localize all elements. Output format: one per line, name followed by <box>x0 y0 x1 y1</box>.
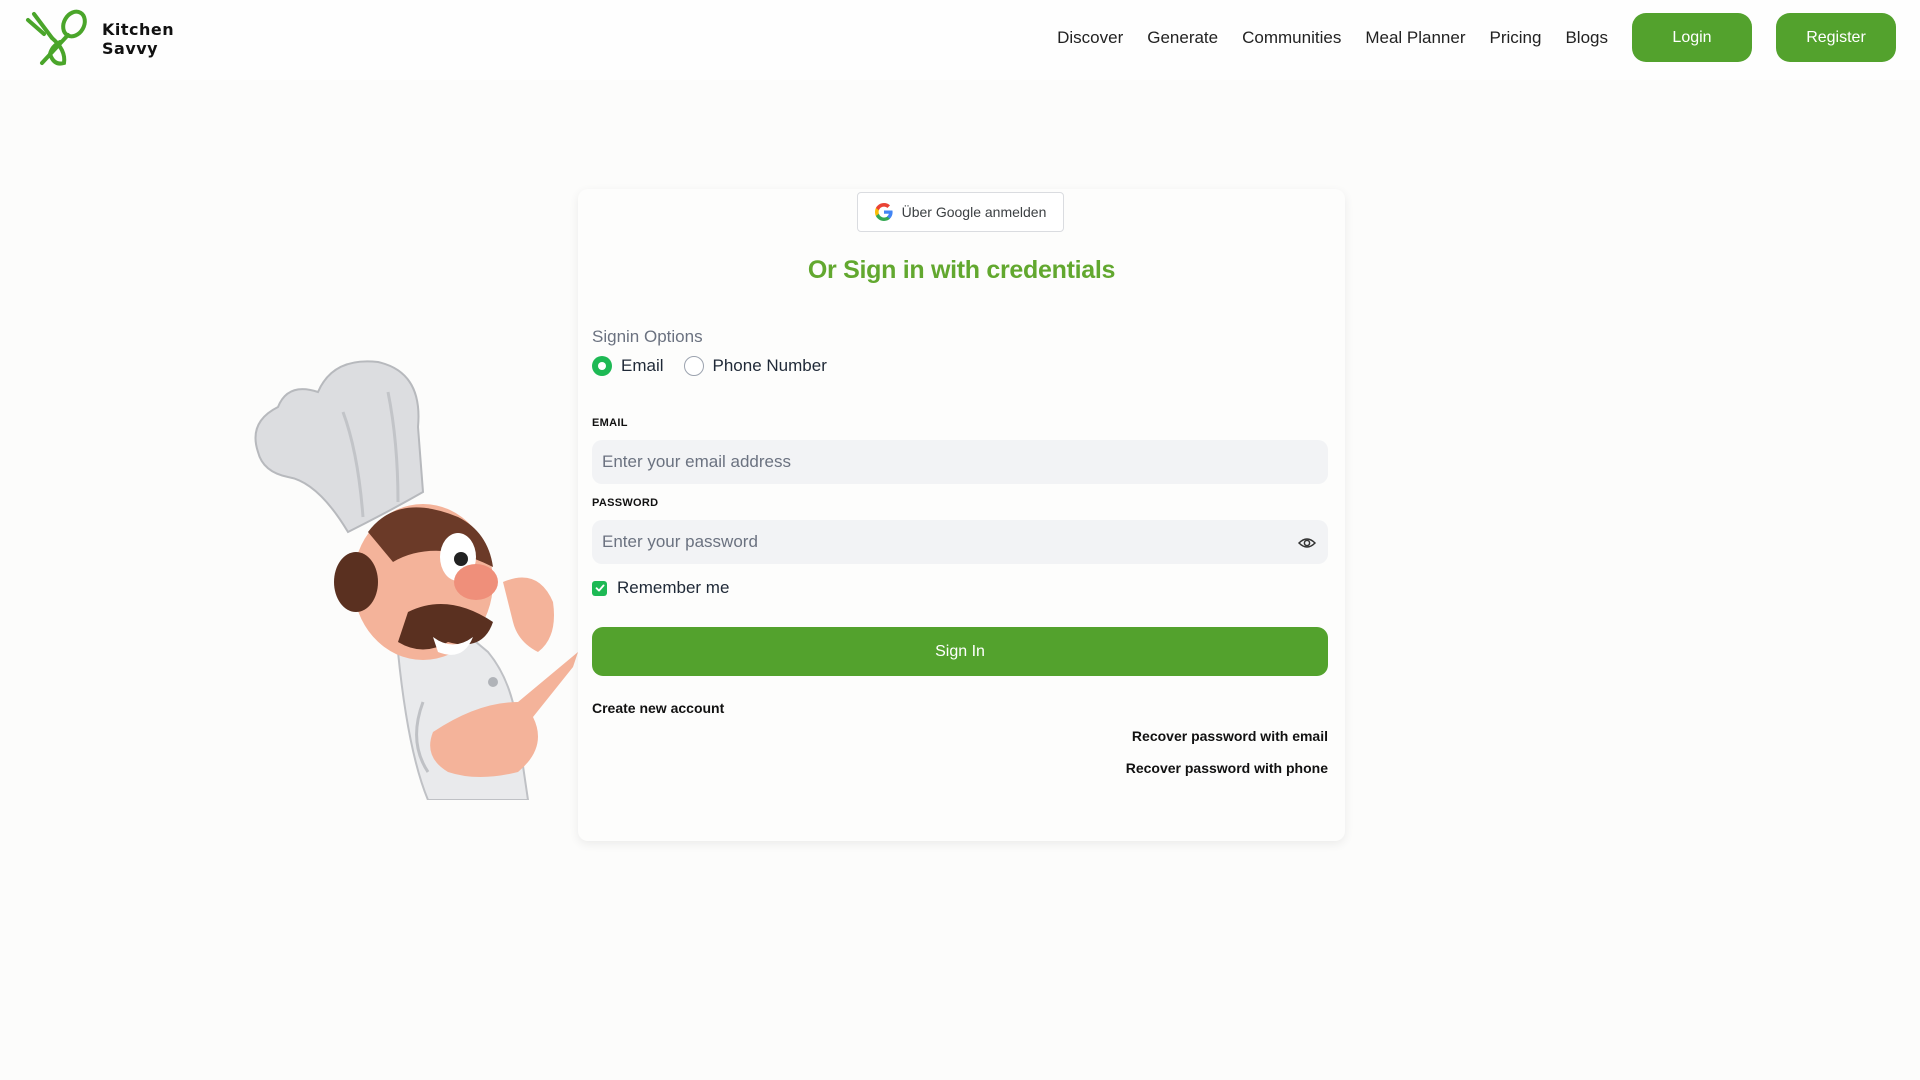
google-icon <box>874 203 893 221</box>
radio-email[interactable] <box>592 356 612 376</box>
google-signin-label: Über Google anmelden <box>901 204 1047 220</box>
login-button[interactable]: Login <box>1632 13 1752 62</box>
nav-blogs[interactable]: Blogs <box>1565 28 1608 48</box>
main-nav: Discover Generate Communities Meal Plann… <box>1057 0 1920 75</box>
signin-options-label: Signin Options <box>592 327 703 346</box>
kitchen-savvy-logo-icon <box>26 9 87 66</box>
register-button[interactable]: Register <box>1776 13 1896 62</box>
create-account-link[interactable]: Create new account <box>592 700 724 716</box>
nav-generate[interactable]: Generate <box>1147 28 1218 48</box>
remember-me: Remember me <box>592 578 729 598</box>
recover-email-link[interactable]: Recover password with email <box>1132 728 1328 744</box>
radio-phone-number[interactable] <box>683 356 704 376</box>
remember-me-label[interactable]: Remember me <box>617 578 729 598</box>
brand-name: Kitchen Savvy <box>102 20 175 58</box>
email-field[interactable] <box>592 440 1328 484</box>
brand[interactable]: Kitchen Savvy <box>24 8 174 70</box>
radio-phone-label[interactable]: Phone Number <box>713 356 827 376</box>
radio-email-label[interactable]: Email <box>621 356 664 376</box>
recover-phone-link[interactable]: Recover password with phone <box>1126 760 1328 776</box>
nav-communities[interactable]: Communities <box>1242 28 1341 48</box>
password-label: PASSWORD <box>592 497 659 509</box>
password-field[interactable] <box>592 520 1328 564</box>
sign-in-button[interactable]: Sign In <box>592 627 1328 676</box>
nav-pricing[interactable]: Pricing <box>1490 28 1542 48</box>
check-icon <box>595 584 604 592</box>
google-signin-button[interactable]: Über Google anmelden <box>857 192 1064 232</box>
nav-meal-planner[interactable]: Meal Planner <box>1365 28 1465 48</box>
remember-me-checkbox[interactable] <box>592 580 607 596</box>
signin-title: Or Sign in with credentials <box>807 256 1116 284</box>
top-navbar: Kitchen Savvy Discover Generate Communit… <box>0 0 1920 80</box>
eye-icon[interactable] <box>1298 534 1316 552</box>
email-label: EMAIL <box>592 417 628 429</box>
nav-discover[interactable]: Discover <box>1057 28 1123 48</box>
signin-options-group: Email Phone Number <box>592 356 847 376</box>
chef-illustration <box>254 360 578 800</box>
